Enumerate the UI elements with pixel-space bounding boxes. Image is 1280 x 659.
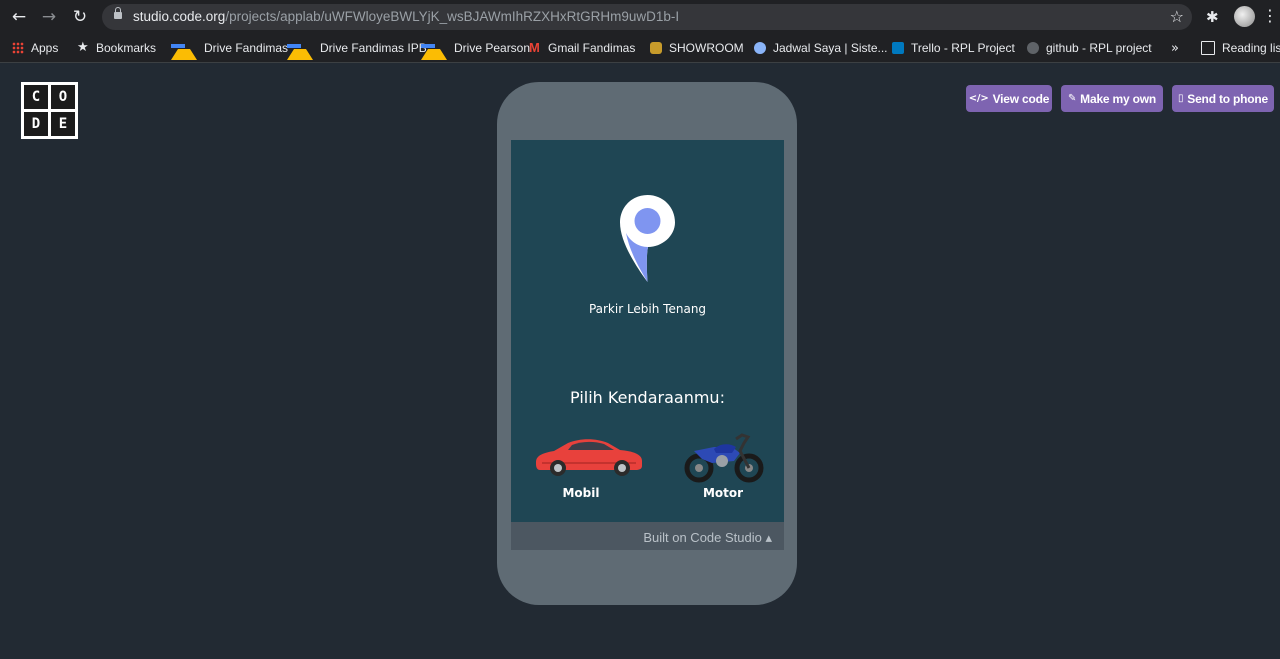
logo-letter: D [24, 112, 48, 136]
address-bar[interactable]: studio.code.org/projects/applab/uWFWloye… [102, 4, 1192, 30]
send-to-phone-label: Send to phone [1187, 91, 1269, 106]
code-icon: </> [968, 93, 989, 104]
bookmarks-bar: Apps ★ Bookmarks Drive Fandimas Drive Fan… [0, 34, 1280, 63]
bookmark-label: Gmail Fandimas [548, 41, 636, 55]
star-icon: ★ [77, 40, 89, 55]
gmail-icon: M [529, 40, 540, 55]
trello-icon [892, 42, 904, 54]
logo-letter: E [51, 112, 75, 136]
edit-icon: ✎ [1067, 93, 1077, 104]
bookmark-apps[interactable]: Apps [12, 40, 58, 56]
lock-icon [114, 7, 122, 19]
bookmark-showroom[interactable]: SHOWROOM [650, 40, 744, 56]
github-icon [1027, 42, 1039, 54]
bookmark-label: Bookmarks [96, 41, 157, 55]
bookmark-label: SHOWROOM [669, 41, 744, 55]
browser-toolbar: ← → ↻ studio.code.org/projects/applab/uW… [0, 0, 1280, 34]
choose-vehicle-heading: Pilih Kendaraanmu: [570, 388, 725, 407]
bookmark-trello[interactable]: Trello - RPL Project [892, 40, 1015, 56]
url-text[interactable]: studio.code.org/projects/applab/uWFWloye… [133, 9, 679, 24]
built-on-code-studio-link[interactable]: Built on Code Studio ▴ [643, 530, 772, 546]
apps-grid-icon [12, 42, 24, 54]
motorcycle-image-button[interactable] [684, 431, 764, 483]
bookmark-jadwal[interactable]: Jadwal Saya | Siste... [754, 40, 888, 56]
reading-list-icon [1201, 41, 1215, 55]
send-to-phone-button[interactable]: ▯ Send to phone [1172, 85, 1274, 112]
google-drive-icon [287, 37, 313, 60]
logo-letter: O [51, 85, 75, 109]
bookmarks-overflow-chevron-icon[interactable]: » [1171, 40, 1179, 56]
bookmark-label: Drive Fandimas [204, 41, 289, 55]
bookmark-drive-fandimas-ipb[interactable]: Drive Fandimas IPB [287, 40, 427, 60]
app-screen: Parkir Lebih Tenang Pilih Kendaraanmu: M… [511, 140, 784, 522]
make-my-own-button[interactable]: ✎ Make my own [1061, 85, 1163, 112]
logo-letter: C [24, 85, 48, 109]
jadwal-icon [754, 42, 766, 54]
phone-icon: ▯ [1177, 93, 1184, 104]
location-pin-icon [620, 195, 675, 282]
code-org-logo[interactable]: C O D E [21, 82, 78, 139]
bookmark-label: Trello - RPL Project [911, 41, 1015, 55]
bookmark-star-icon[interactable]: ☆ [1170, 7, 1184, 26]
motorcycle-label: Motor [702, 486, 744, 500]
reading-list-label: Reading list [1222, 41, 1280, 55]
bookmark-gmail-fandimas[interactable]: M Gmail Fandimas [529, 40, 635, 56]
reading-list[interactable]: Reading list [1201, 40, 1280, 56]
google-drive-icon [171, 37, 197, 60]
reload-icon[interactable]: ↻ [70, 7, 90, 27]
showroom-icon [650, 42, 662, 54]
url-path: /projects/applab/uWFWloyeBWLYjK_wsBJAWmI… [225, 9, 680, 24]
browser-menu-icon[interactable]: ⋮ [1262, 6, 1278, 25]
bookmark-label: github - RPL project [1046, 41, 1152, 55]
bookmark-drive-fandimas[interactable]: Drive Fandimas [171, 40, 289, 60]
view-code-button[interactable]: </> View code [966, 85, 1052, 112]
url-host: studio.code.org [133, 9, 226, 24]
code-studio-footer: Built on Code Studio ▴ [511, 522, 784, 550]
extensions-icon[interactable]: ✱ [1206, 8, 1219, 26]
bookmark-drive-pearson[interactable]: Drive Pearson [421, 40, 531, 60]
bookmark-label: Jadwal Saya | Siste... [773, 41, 888, 55]
back-arrow-icon[interactable]: ← [9, 7, 29, 27]
car-label: Mobil [562, 486, 600, 500]
forward-arrow-icon[interactable]: → [39, 7, 59, 27]
profile-avatar[interactable] [1234, 6, 1255, 27]
bookmark-label: Drive Pearson [454, 41, 531, 55]
car-image-button[interactable] [532, 436, 644, 478]
bookmark-bookmarks[interactable]: ★ Bookmarks [77, 40, 156, 56]
google-drive-icon [421, 37, 447, 60]
app-tagline: Parkir Lebih Tenang [588, 302, 707, 316]
bookmark-label: Drive Fandimas IPB [320, 41, 427, 55]
make-my-own-label: Make my own [1080, 91, 1156, 106]
bookmark-github[interactable]: github - RPL project [1027, 40, 1152, 56]
bookmark-label: Apps [31, 41, 59, 55]
view-code-label: View code [992, 91, 1050, 106]
